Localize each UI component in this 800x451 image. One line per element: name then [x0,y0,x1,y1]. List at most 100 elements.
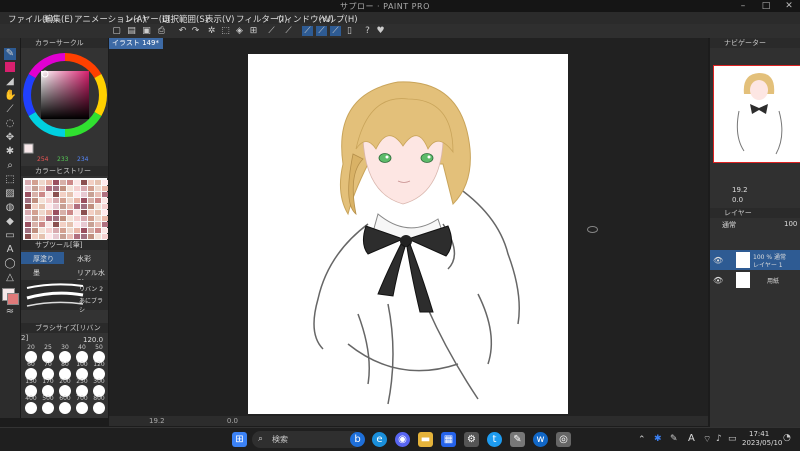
brush-size-preset[interactable] [42,402,54,414]
color-swatch[interactable] [67,222,73,227]
favorite-icon[interactable]: ♥ [375,26,386,36]
color-swatch[interactable] [74,180,80,185]
color-swatch[interactable] [95,228,101,233]
save-icon[interactable]: ▣ [141,26,152,36]
color-swatch[interactable] [95,210,101,215]
color-swatch[interactable] [102,222,108,227]
color-swatch[interactable] [60,204,66,209]
notification-icon[interactable]: ◔ [783,433,791,443]
color-swatch[interactable] [32,186,38,191]
color-swatch[interactable] [102,228,108,233]
color-swatch[interactable] [32,216,38,221]
color-swatch[interactable] [32,198,38,203]
color-swatch[interactable] [25,216,31,221]
text-tool-icon[interactable]: A [4,244,16,256]
color-swatch[interactable] [32,228,38,233]
color-swatch[interactable] [88,186,94,191]
discord-icon[interactable]: ◉ [395,432,410,447]
color-swatch[interactable] [74,210,80,215]
color-swatch[interactable] [81,198,87,203]
brush-size-preset[interactable] [25,402,37,414]
color-swatch[interactable] [60,198,66,203]
color-swatch[interactable] [60,222,66,227]
color-swatch[interactable] [88,192,94,197]
layer-tab[interactable]: レイヤー [710,208,800,218]
undo-icon[interactable]: ↶ [177,26,188,36]
color-swatch[interactable] [81,210,87,215]
color-swatch[interactable] [95,180,101,185]
navigator-zoom[interactable]: 19.2 [732,186,748,194]
balloon-tool-icon[interactable]: ◯ [4,258,16,270]
twitter-icon[interactable]: t [487,432,502,447]
color-swatch[interactable] [32,192,38,197]
lasso-tool-icon[interactable]: ◌ [4,118,16,130]
auto-select-tool-icon[interactable]: ✱ [4,146,16,158]
color-swatch[interactable] [46,234,52,239]
color-swatch[interactable] [60,228,66,233]
snap-grid-icon[interactable]: ⟋ [316,26,327,36]
wifi-icon[interactable]: ⌔ [703,434,711,445]
snap-special-ruler-icon[interactable]: ⟋ [302,26,313,36]
color-swatch[interactable] [81,234,87,239]
color-swatch[interactable] [25,222,31,227]
color-swatch[interactable] [53,222,59,227]
color-swatch[interactable] [53,186,59,191]
color-swatch[interactable] [81,192,87,197]
transform-icon[interactable]: ⬚ [220,26,231,36]
color-swatch[interactable] [46,192,52,197]
color-swatch[interactable] [39,210,45,215]
bing-icon[interactable]: b [350,432,365,447]
color-wheel[interactable] [21,50,108,158]
snap-curve-icon[interactable]: ⟋ [330,26,341,36]
file-explorer-icon[interactable]: ▬ [418,432,433,447]
transparent-color-icon[interactable]: ≈ [4,306,16,318]
layer-row[interactable]: 👁 100 % 通常 レイヤー 1 [710,250,800,270]
color-swatch[interactable] [60,192,66,197]
color-swatch[interactable] [39,222,45,227]
color-swatch[interactable] [95,216,101,221]
color-swatch[interactable] [60,180,66,185]
color-swatch[interactable] [74,216,80,221]
color-swatch[interactable] [88,204,94,209]
color-swatch[interactable] [46,186,52,191]
color-swatch[interactable] [60,234,66,239]
color-swatch[interactable] [32,222,38,227]
color-swatch[interactable] [67,210,73,215]
color-swatch[interactable] [95,234,101,239]
blend-mode-select[interactable]: 通常 [722,220,736,230]
color-swatch[interactable] [53,234,59,239]
print-icon[interactable]: ⎙ [156,26,167,36]
chevron-up-icon[interactable]: ⌃ [638,435,646,445]
color-swatch[interactable] [74,186,80,191]
color-swatch[interactable] [46,216,52,221]
color-swatch[interactable] [39,228,45,233]
brush-size-tab[interactable]: ブラシサイズ[リバン 2] [21,323,108,342]
color-circle-tab[interactable]: カラーサークル [21,38,108,48]
volume-icon[interactable]: ♪ [716,434,722,444]
color-swatch[interactable] [25,192,31,197]
snap-off-icon[interactable]: ⟋ [266,26,277,36]
clear-icon[interactable]: ✲ [206,26,217,36]
brush-preview-list[interactable]: リバン 2 あにブラシ [21,280,108,314]
color-swatch[interactable] [95,198,101,203]
color-swatch[interactable] [102,204,108,209]
color-swatch[interactable] [25,180,31,185]
color-swatch[interactable] [32,234,38,239]
help-icon[interactable]: ? [362,26,373,36]
color-swatch[interactable] [88,198,94,203]
color-swatch[interactable] [46,222,52,227]
eraser-tool-icon[interactable]: ◢ [4,76,16,88]
eye-icon[interactable]: 👁 [713,276,723,285]
color-swatch[interactable] [53,204,59,209]
color-swatch[interactable] [25,204,31,209]
blend-tool-icon[interactable]: ◍ [4,202,16,214]
minimize-icon[interactable]: – [732,0,754,12]
color-swatch[interactable] [46,180,52,185]
color-history-tab[interactable]: カラーヒストリー [21,166,108,176]
color-swatch[interactable] [39,198,45,203]
current-color-icon[interactable] [5,62,15,72]
color-swatch[interactable] [102,192,108,197]
color-swatch[interactable] [53,198,59,203]
brush-size-preset[interactable] [59,402,71,414]
color-swatch[interactable] [74,228,80,233]
